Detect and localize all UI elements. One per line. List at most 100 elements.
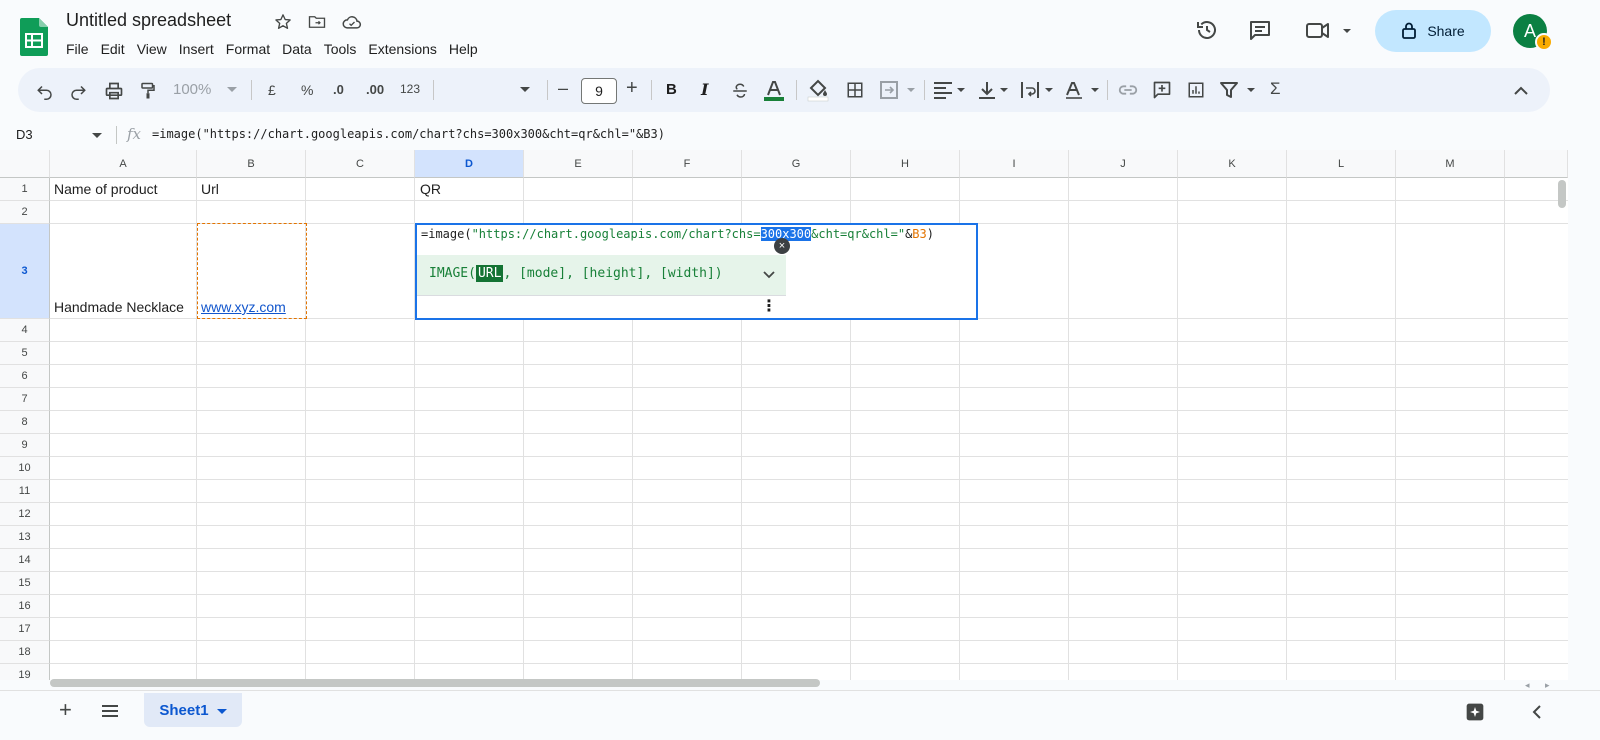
name-box[interactable]: D3 — [16, 127, 33, 142]
column-header-d[interactable]: D — [415, 150, 524, 178]
decrease-font-size-button[interactable]: – — [558, 78, 568, 99]
paint-format-icon[interactable] — [137, 80, 159, 102]
row-header-11[interactable]: 11 — [0, 480, 50, 503]
vertical-align-icon[interactable] — [977, 79, 1013, 101]
sheet-tab-sheet1[interactable]: Sheet1 — [144, 693, 242, 727]
bold-button[interactable]: B — [666, 81, 677, 98]
function-help-panel[interactable]: IMAGE(URL, [mode], [height], [width]) — [417, 255, 786, 295]
row-header-14[interactable]: 14 — [0, 549, 50, 572]
row-header-5[interactable]: 5 — [0, 342, 50, 365]
fill-color-icon[interactable] — [806, 78, 830, 102]
star-icon[interactable] — [273, 12, 293, 32]
menu-format[interactable]: Format — [220, 39, 276, 59]
select-all-corner[interactable] — [0, 150, 50, 178]
column-header-h[interactable]: H — [851, 150, 960, 178]
row-header-1[interactable]: 1 — [0, 178, 50, 201]
document-title[interactable]: Untitled spreadsheet — [66, 10, 231, 31]
filter-icon[interactable] — [1218, 79, 1258, 101]
column-header-f[interactable]: F — [633, 150, 742, 178]
undo-icon[interactable] — [34, 80, 56, 102]
all-sheets-icon[interactable] — [100, 701, 120, 721]
font-size-input[interactable]: 9 — [581, 78, 617, 104]
borders-icon[interactable] — [844, 79, 866, 101]
column-header-e[interactable]: E — [524, 150, 633, 178]
zoom-select[interactable]: 100% — [173, 81, 211, 98]
vertical-scrollbar[interactable] — [1558, 180, 1566, 208]
row-header-2[interactable]: 2 — [0, 201, 50, 224]
cell-B1[interactable]: Url — [197, 178, 306, 201]
row-header-9[interactable]: 9 — [0, 434, 50, 457]
row-header-16[interactable]: 16 — [0, 595, 50, 618]
side-panel-toggle-icon[interactable] — [1528, 703, 1546, 721]
menu-edit[interactable]: Edit — [95, 39, 131, 59]
row-header-15[interactable]: 15 — [0, 572, 50, 595]
cloud-saved-icon[interactable] — [341, 12, 363, 32]
insert-link-icon[interactable] — [1116, 79, 1140, 101]
move-folder-icon[interactable] — [307, 12, 327, 32]
column-header-j[interactable]: J — [1069, 150, 1178, 178]
text-color-icon[interactable] — [762, 78, 786, 102]
column-header-c[interactable]: C — [306, 150, 415, 178]
column-header-m[interactable]: M — [1396, 150, 1505, 178]
column-header-a[interactable]: A — [50, 150, 197, 178]
sheets-logo-icon[interactable] — [20, 18, 48, 56]
menu-tools[interactable]: Tools — [318, 39, 363, 59]
horizontal-scrollbar[interactable] — [50, 679, 820, 687]
row-header-13[interactable]: 13 — [0, 526, 50, 549]
row-header-12[interactable]: 12 — [0, 503, 50, 526]
row-header-4[interactable]: 4 — [0, 319, 50, 342]
column-header-g[interactable]: G — [742, 150, 851, 178]
print-icon[interactable] — [103, 80, 125, 102]
cell-A1[interactable]: Name of product — [50, 178, 197, 201]
row-header-3[interactable]: 3 — [0, 224, 50, 319]
row-header-6[interactable]: 6 — [0, 365, 50, 388]
text-wrapping-icon[interactable] — [1019, 79, 1057, 101]
cell-A3[interactable]: Handmade Necklace — [50, 224, 197, 319]
functions-button[interactable]: Σ — [1270, 79, 1281, 99]
redo-icon[interactable] — [67, 80, 89, 102]
menu-extensions[interactable]: Extensions — [362, 39, 442, 59]
close-help-icon[interactable]: × — [774, 238, 790, 254]
collapse-toolbar-icon[interactable] — [1510, 80, 1532, 102]
menu-view[interactable]: View — [131, 39, 173, 59]
add-sheet-button[interactable]: + — [59, 697, 72, 723]
more-formats-button[interactable]: 123 — [400, 82, 420, 96]
row-header-8[interactable]: 8 — [0, 411, 50, 434]
percent-format-button[interactable]: % — [301, 82, 313, 98]
font-family-dropdown-icon[interactable] — [518, 84, 532, 96]
menu-help[interactable]: Help — [443, 39, 484, 59]
row-header-18[interactable]: 18 — [0, 641, 50, 664]
menu-data[interactable]: Data — [276, 39, 318, 59]
zoom-dropdown-icon[interactable] — [226, 84, 238, 96]
meet-video-icon[interactable] — [1302, 16, 1356, 44]
row-header-17[interactable]: 17 — [0, 618, 50, 641]
more-options-icon[interactable]: ⋮ — [761, 296, 777, 316]
currency-format-button[interactable]: £ — [268, 82, 276, 98]
horizontal-align-icon[interactable] — [932, 79, 970, 101]
menu-insert[interactable]: Insert — [173, 39, 220, 59]
insert-chart-icon[interactable] — [1185, 79, 1207, 101]
cell-editor-text[interactable]: =image("https://chart.googleapis.com/cha… — [421, 227, 934, 241]
insert-comment-icon[interactable] — [1150, 78, 1174, 102]
decrease-decimal-button[interactable]: .0 — [333, 82, 344, 97]
version-history-icon[interactable] — [1193, 16, 1221, 44]
share-button[interactable]: Share — [1375, 10, 1491, 52]
column-header-k[interactable]: K — [1178, 150, 1287, 178]
explore-icon[interactable] — [1463, 700, 1487, 724]
strikethrough-icon[interactable] — [729, 80, 751, 102]
sheet-tab-dropdown-icon[interactable] — [216, 702, 227, 719]
name-box-dropdown-icon[interactable] — [91, 131, 103, 141]
formula-input[interactable]: =image("https://chart.googleapis.com/cha… — [152, 127, 665, 141]
italic-button[interactable]: I — [701, 80, 708, 99]
column-header-b[interactable]: B — [197, 150, 306, 178]
row-header-19[interactable]: 19 — [0, 664, 50, 680]
menu-file[interactable]: File — [60, 39, 95, 59]
text-rotation-icon[interactable] — [1063, 79, 1103, 101]
row-header-10[interactable]: 10 — [0, 457, 50, 480]
row-header-7[interactable]: 7 — [0, 388, 50, 411]
cell-D1[interactable]: QR — [416, 178, 525, 201]
increase-decimal-button[interactable]: .00 — [366, 82, 384, 97]
column-header-i[interactable]: I — [960, 150, 1069, 178]
increase-font-size-button[interactable]: + — [626, 77, 638, 100]
merge-cells-icon[interactable] — [878, 79, 918, 101]
